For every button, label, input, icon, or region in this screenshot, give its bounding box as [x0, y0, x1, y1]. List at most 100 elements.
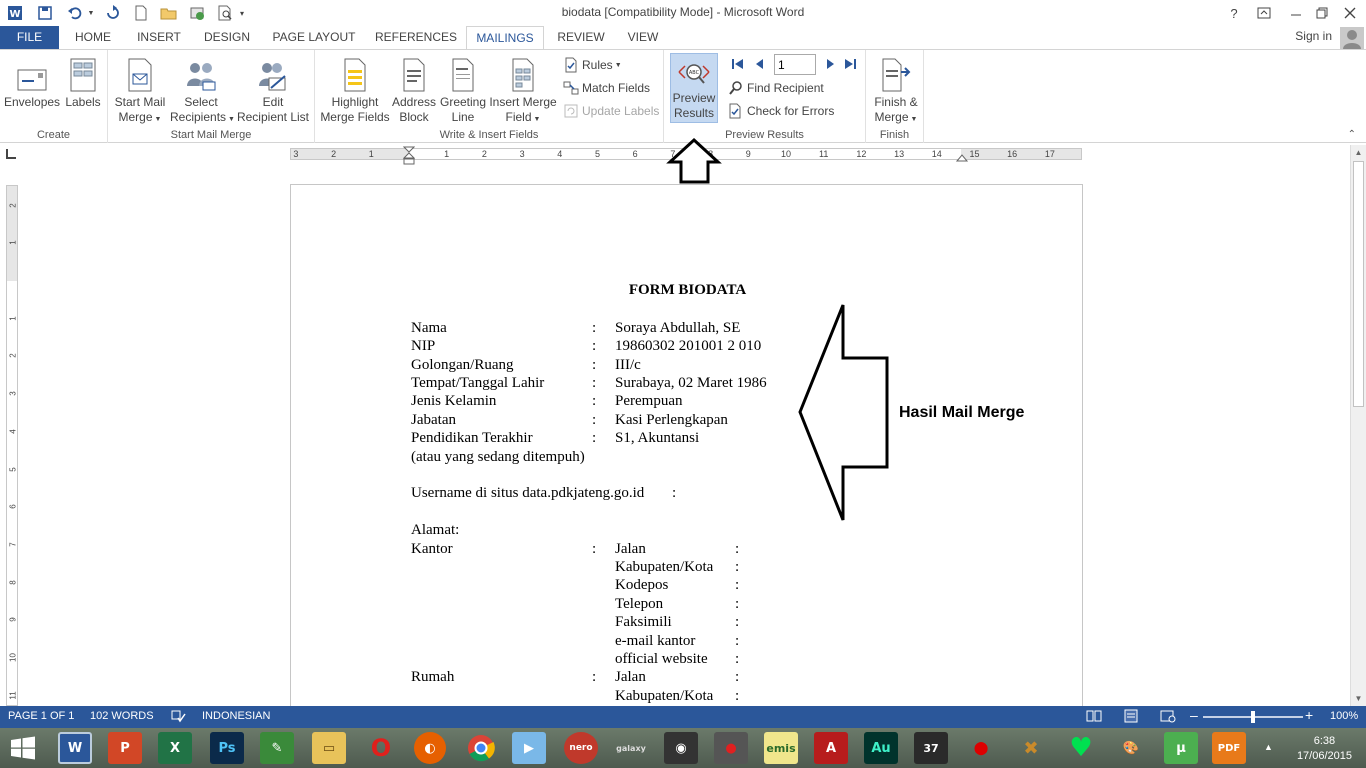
- media-player-taskbar-icon[interactable]: ▶: [512, 732, 546, 764]
- word-count[interactable]: 102 WORDS: [90, 710, 154, 722]
- chevron-down-icon: ▼: [614, 61, 622, 69]
- ruler-number: 11: [819, 149, 829, 159]
- ribbon-tabs: FILE HOME INSERT DESIGN PAGE LAYOUT REFE…: [0, 26, 1366, 51]
- highlight-merge-fields-button[interactable]: Highlight Merge Fields: [319, 54, 391, 125]
- chrome-taskbar-icon[interactable]: [464, 732, 498, 764]
- nero-taskbar-icon[interactable]: nero: [564, 732, 598, 764]
- group-create: Envelopes Labels Create: [0, 50, 108, 143]
- tab-references[interactable]: REFERENCES: [370, 26, 462, 50]
- firefox-taskbar-icon[interactable]: ◐: [414, 732, 446, 764]
- zoom-out-icon[interactable]: –: [1190, 707, 1198, 723]
- tab-home[interactable]: HOME: [64, 26, 122, 50]
- start-mail-merge-button[interactable]: Start Mail Merge ▼: [112, 54, 168, 127]
- last-record-icon[interactable]: [842, 56, 858, 72]
- ruler-number: 9: [745, 149, 751, 159]
- envelopes-button[interactable]: Envelopes: [4, 54, 60, 110]
- close-icon[interactable]: [1334, 0, 1366, 26]
- ruler-number: 12: [856, 149, 867, 159]
- first-record-icon[interactable]: [730, 56, 746, 72]
- emis-taskbar-icon[interactable]: emis: [764, 732, 798, 764]
- match-fields-button[interactable]: Match Fields: [563, 78, 650, 98]
- field-label: Tempat/Tanggal Lahir: [411, 375, 545, 391]
- document-page[interactable]: FORM BIODATA Nama : Soraya Abdullah, SE …: [290, 184, 1083, 714]
- pdf-taskbar-icon[interactable]: PDF: [1212, 732, 1246, 764]
- preview-results-button[interactable]: ABC Preview Results: [670, 53, 718, 123]
- select-recipients-label-2: Recipients: [170, 110, 227, 124]
- tab-file[interactable]: FILE: [0, 26, 59, 50]
- scrollbar-thumb[interactable]: [1353, 161, 1364, 407]
- vertical-ruler-number: 2: [8, 353, 18, 359]
- tab-selector-icon[interactable]: [6, 149, 16, 159]
- samsung-galaxy-taskbar-icon[interactable]: galaxy: [614, 732, 648, 764]
- vertical-ruler-number: 11: [8, 691, 18, 700]
- start-mail-merge-icon: [112, 54, 168, 92]
- read-mode-icon[interactable]: [1086, 709, 1102, 726]
- photoshop-taskbar-icon[interactable]: Ps: [210, 732, 244, 764]
- find-recipient-button[interactable]: Find Recipient: [728, 78, 824, 98]
- finish-merge-button[interactable]: Finish & Merge ▼: [870, 54, 922, 127]
- rules-button[interactable]: Rules ▼: [563, 55, 622, 75]
- collapse-ribbon-icon[interactable]: ⌃: [1348, 129, 1356, 140]
- zoom-slider[interactable]: [1203, 711, 1303, 723]
- tab-page-layout[interactable]: PAGE LAYOUT: [266, 26, 362, 50]
- start-button-icon[interactable]: [6, 732, 40, 764]
- paint-taskbar-icon[interactable]: 🎨: [1114, 732, 1148, 764]
- excel-taskbar-icon[interactable]: X: [158, 732, 192, 764]
- scroll-up-icon[interactable]: ▲: [1353, 147, 1364, 158]
- opera-taskbar-icon[interactable]: O: [364, 732, 398, 764]
- help-button[interactable]: ?: [1218, 0, 1250, 26]
- update-labels-button[interactable]: Update Labels: [563, 101, 659, 121]
- show-hidden-icons-icon[interactable]: ▲: [1264, 742, 1273, 752]
- heart-app-taskbar-icon[interactable]: ♥: [1064, 732, 1098, 764]
- zoom-in-icon[interactable]: +: [1305, 707, 1313, 723]
- zoom-slider-thumb[interactable]: [1251, 711, 1255, 723]
- select-recipients-label-1: Select: [184, 95, 218, 109]
- labels-button[interactable]: Labels: [62, 54, 104, 110]
- web-layout-icon[interactable]: [1160, 709, 1176, 726]
- sign-in-link[interactable]: Sign in: [1295, 29, 1332, 43]
- page-count[interactable]: PAGE 1 OF 1: [8, 710, 74, 722]
- previous-record-icon[interactable]: [752, 56, 768, 72]
- user-avatar[interactable]: [1340, 27, 1364, 49]
- tab-mailings[interactable]: MAILINGS: [466, 26, 544, 51]
- edit-recipient-list-icon: [234, 54, 312, 92]
- note-text: (atau yang sedang ditempuh): [411, 449, 585, 465]
- system-clock[interactable]: 6:38 17/06/2015: [1297, 734, 1352, 764]
- screen-recorder-taskbar-icon[interactable]: ⬤: [964, 732, 998, 764]
- camera-taskbar-icon[interactable]: ◉: [664, 732, 698, 764]
- word-taskbar-icon[interactable]: W: [58, 732, 92, 764]
- scroll-down-icon[interactable]: ▼: [1353, 693, 1364, 704]
- audition-taskbar-icon[interactable]: Au: [864, 732, 898, 764]
- record-taskbar-icon[interactable]: ●: [714, 732, 748, 764]
- utorrent-taskbar-icon[interactable]: µ: [1164, 732, 1198, 764]
- tools-taskbar-icon[interactable]: ✖: [1014, 732, 1048, 764]
- tab-review[interactable]: REVIEW: [552, 26, 610, 50]
- coreldraw-taskbar-icon[interactable]: ✎: [260, 732, 294, 764]
- address-block-button[interactable]: Address Block: [391, 54, 437, 125]
- field-colon: :: [735, 541, 740, 557]
- tab-design[interactable]: DESIGN: [196, 26, 258, 50]
- check-errors-button[interactable]: Check for Errors: [728, 101, 834, 121]
- ribbon-display-options-icon[interactable]: [1248, 0, 1280, 26]
- vertical-scrollbar[interactable]: ▲ ▼: [1350, 145, 1366, 706]
- proofing-icon[interactable]: [170, 709, 186, 726]
- record-number-input[interactable]: [774, 54, 816, 75]
- language-indicator[interactable]: INDONESIAN: [202, 710, 270, 722]
- zoom-level[interactable]: 100%: [1330, 710, 1358, 722]
- powerpoint-taskbar-icon[interactable]: P: [108, 732, 142, 764]
- file-explorer-taskbar-icon[interactable]: ▭: [312, 732, 346, 764]
- insert-merge-field-button[interactable]: Insert Merge Field ▼: [487, 54, 559, 127]
- media-classic-taskbar-icon[interactable]: 37: [914, 732, 948, 764]
- print-layout-icon[interactable]: [1123, 709, 1139, 726]
- tab-view[interactable]: VIEW: [618, 26, 668, 50]
- acrobat-taskbar-icon[interactable]: A: [814, 732, 848, 764]
- edit-recipient-list-button[interactable]: Edit Recipient List: [234, 54, 312, 125]
- greeting-line-button[interactable]: Greeting Line: [439, 54, 487, 125]
- select-recipients-button[interactable]: Select Recipients ▼: [170, 54, 235, 127]
- tab-insert[interactable]: INSERT: [130, 26, 188, 50]
- field-colon: :: [592, 669, 597, 685]
- vertical-ruler[interactable]: 2 1 1 2 3 4 5 6 7 8 9 10 11: [6, 185, 18, 706]
- next-record-icon[interactable]: [822, 56, 838, 72]
- rules-label: Rules: [582, 58, 613, 72]
- right-indent-marker-icon[interactable]: [955, 152, 969, 166]
